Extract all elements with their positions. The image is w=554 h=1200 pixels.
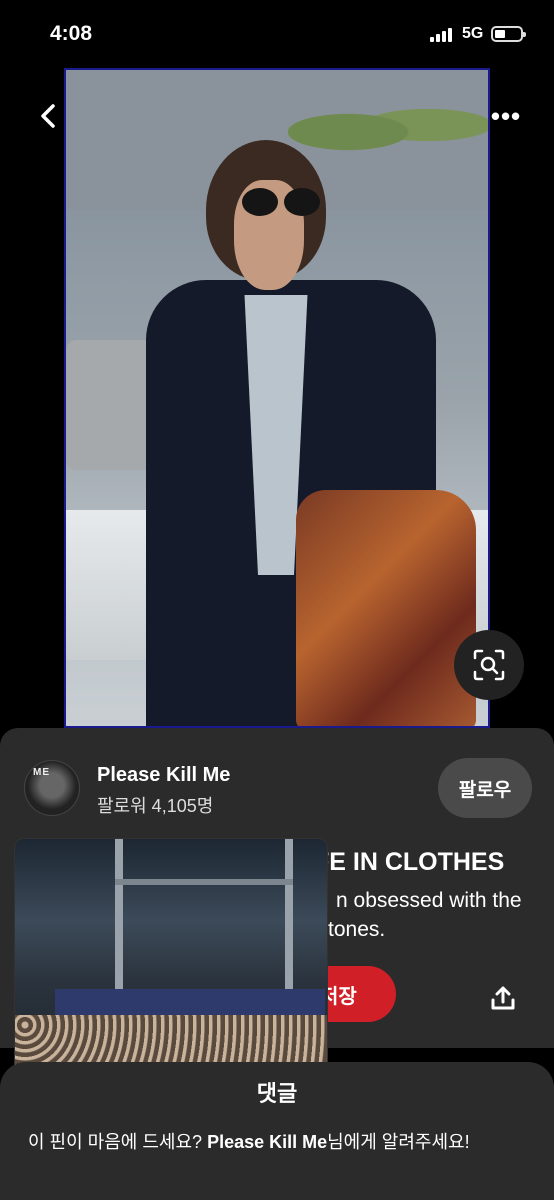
- follower-count: 팔로워 4,105명: [97, 796, 214, 816]
- more-button[interactable]: •••: [484, 94, 528, 138]
- comment-prompt-prefix: 이 핀이 마음에 드세요?: [28, 1132, 208, 1152]
- share-icon: [491, 986, 515, 1010]
- picture-in-picture-video[interactable]: [14, 838, 328, 1074]
- chevron-left-icon: [41, 104, 55, 128]
- signal-icon: [430, 28, 454, 42]
- battery-icon: [491, 26, 526, 42]
- share-button[interactable]: [480, 978, 526, 1018]
- status-time: 4:08: [50, 22, 93, 45]
- pin-image[interactable]: [64, 68, 490, 728]
- comment-prompt[interactable]: 이 핀이 마음에 드세요? Please Kill Me님에게 알려주세요!: [28, 1128, 528, 1156]
- comment-prompt-account: Please Kill Me: [207, 1132, 328, 1152]
- visual-search-icon: [473, 649, 505, 681]
- network-label: 5G: [462, 25, 484, 42]
- status-bar: 4:08 5G: [0, 0, 554, 66]
- comment-prompt-suffix: 님에게 알려주세요!: [327, 1132, 470, 1152]
- pin-title: FE IN CLOTHES: [314, 848, 505, 876]
- more-horizontal-icon: •••: [490, 100, 522, 131]
- account-name[interactable]: Please Kill Me: [97, 764, 230, 787]
- visual-search-button[interactable]: [454, 630, 524, 700]
- avatar[interactable]: ME: [24, 760, 80, 816]
- pin-description-line-1: n obsessed with the: [336, 889, 522, 912]
- avatar-text: ME: [33, 767, 50, 778]
- follow-button[interactable]: 팔로우: [438, 758, 532, 818]
- comments-title[interactable]: 댓글: [0, 1076, 554, 1108]
- back-button[interactable]: [26, 94, 70, 138]
- pin-description-line-2: tones.: [328, 918, 386, 941]
